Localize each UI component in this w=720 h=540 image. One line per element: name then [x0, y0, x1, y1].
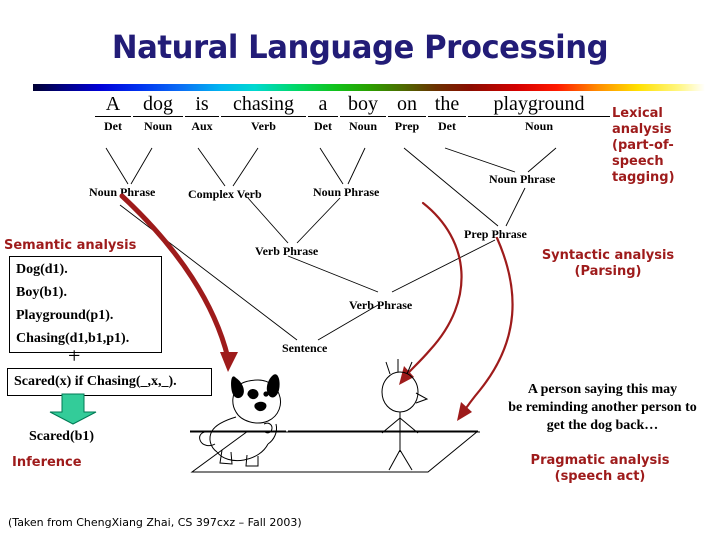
slide-canvas: Natural Language Processing A Det dog No… — [0, 0, 720, 540]
source-credit: (Taken from ChengXiang Zhai, CS 397cxz –… — [8, 516, 302, 529]
scene-illustration — [190, 359, 480, 473]
dog-illustration — [199, 374, 282, 467]
